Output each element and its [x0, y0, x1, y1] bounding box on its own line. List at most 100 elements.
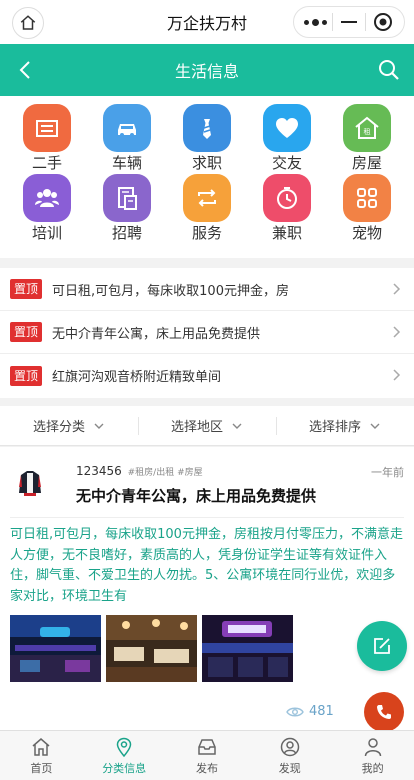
category-label: 招聘 — [111, 224, 142, 242]
view-count-value: 481 — [309, 704, 334, 719]
category-vehicles[interactable]: 车辆 — [87, 104, 167, 172]
second-hand-icon — [23, 104, 71, 152]
category-label: 服务 — [191, 224, 222, 242]
clock-icon — [263, 174, 311, 222]
filter-label: 选择排序 — [308, 420, 361, 435]
chevron-right-icon — [393, 283, 401, 295]
tab-label: 发布 — [195, 761, 218, 775]
category-training[interactable]: 培训 — [7, 174, 87, 242]
category-label: 培训 — [31, 224, 62, 242]
mini-program-title: 万企扶万村 — [166, 14, 247, 33]
filter-region-dropdown[interactable]: 选择地区 — [138, 406, 276, 445]
category-label: 交友 — [271, 154, 302, 172]
people-icon — [23, 174, 71, 222]
post-thumbnail[interactable] — [10, 615, 101, 682]
chevron-right-icon — [393, 369, 401, 381]
pinned-badge: 置顶 — [10, 365, 43, 386]
svg-text:租: 租 — [364, 128, 371, 136]
search-icon[interactable] — [376, 57, 402, 83]
category-grid: 二手 车辆 求职 交友 租 房屋 培训 招聘 服务 兼职 宠物 — [0, 96, 414, 258]
tab-label: 首页 — [30, 761, 53, 775]
avatar[interactable] — [12, 463, 48, 499]
tab-label: 我的 — [361, 761, 384, 775]
user-icon — [364, 737, 381, 756]
category-label: 二手 — [31, 154, 62, 172]
category-part-time[interactable]: 兼职 — [247, 174, 327, 242]
post-body: 可日租,可包月，每床收取100元押金，房租按月付零压力，不满意走人方便，无不良嗜… — [10, 527, 403, 604]
chevron-down-icon — [232, 423, 242, 429]
category-job-seeking[interactable]: 求职 — [167, 104, 247, 172]
car-icon — [103, 104, 151, 152]
filter-category-dropdown[interactable]: 选择分类 — [0, 406, 138, 445]
house-icon: 租 — [343, 104, 391, 152]
back-arrow-icon[interactable] — [14, 58, 38, 82]
post-card[interactable]: 123456 #租房/出租 #房屋 一年前 无中介青年公寓，床上用品免费提供 可… — [0, 447, 414, 730]
post-username: 123456 — [76, 464, 122, 478]
resume-icon — [103, 174, 151, 222]
category-label: 求职 — [191, 154, 222, 172]
bottom-tab-bar: 首页 分类信息 发布 发现 我的 — [0, 730, 414, 780]
tab-classified[interactable]: 分类信息 — [83, 731, 166, 780]
eye-icon — [286, 707, 304, 716]
tab-publish[interactable]: 发布 — [166, 731, 249, 780]
category-label: 兼职 — [271, 224, 302, 242]
home-icon[interactable] — [12, 7, 44, 39]
mini-program-capsule — [293, 6, 405, 38]
phone-icon — [377, 705, 391, 719]
pinned-badge: 置顶 — [10, 279, 43, 299]
tab-discover[interactable]: 发现 — [248, 731, 331, 780]
inbox-icon — [198, 738, 216, 755]
view-count: 481 — [286, 704, 334, 719]
tab-home[interactable]: 首页 — [0, 731, 83, 780]
category-services[interactable]: 服务 — [167, 174, 247, 242]
location-pin-icon — [116, 737, 132, 757]
category-label: 车辆 — [111, 154, 142, 172]
edit-icon — [374, 638, 390, 654]
heart-icon — [263, 104, 311, 152]
page-header: 生活信息 — [0, 44, 414, 96]
post-time: 一年前 — [371, 466, 404, 479]
category-housing[interactable]: 租 房屋 — [327, 104, 407, 172]
home-icon — [32, 737, 50, 756]
category-label: 宠物 — [351, 224, 382, 242]
pinned-item[interactable]: 置顶 红旗河沟观音桥附近精致单间 — [0, 354, 414, 397]
minimize-icon[interactable] — [335, 8, 363, 36]
post-thumbnail[interactable] — [106, 615, 197, 682]
mini-program-bar: 万企扶万村 — [0, 0, 414, 44]
pinned-item[interactable]: 置顶 可日租,可包月，每床收取100元押金，房 — [0, 268, 414, 311]
post-thumbnail[interactable] — [202, 615, 293, 682]
tab-label: 分类信息 — [102, 761, 147, 775]
filter-label: 选择分类 — [32, 420, 85, 435]
category-second-hand[interactable]: 二手 — [7, 104, 87, 172]
pinned-item[interactable]: 置顶 无中介青年公寓，床上用品免费提供 — [0, 311, 414, 354]
filter-label: 选择地区 — [170, 420, 223, 435]
close-circle-icon[interactable] — [369, 8, 397, 36]
more-icon[interactable] — [301, 8, 329, 36]
tab-mine[interactable]: 我的 — [331, 731, 414, 780]
chevron-down-icon — [94, 423, 104, 429]
filter-sort-dropdown[interactable]: 选择排序 — [276, 406, 414, 445]
pinned-item-text: 红旗河沟观音桥附近精致单间 — [52, 370, 222, 385]
post-tags: #租房/出租 #房屋 — [127, 468, 203, 478]
category-dating[interactable]: 交友 — [247, 104, 327, 172]
tab-label: 发现 — [278, 761, 301, 775]
post-author: 123456 #租房/出租 #房屋 — [76, 464, 203, 478]
divider — [10, 517, 404, 518]
pinned-list: 置顶 可日租,可包月，每床收取100元押金，房 置顶 无中介青年公寓，床上用品免… — [0, 268, 414, 398]
category-label: 房屋 — [351, 154, 382, 172]
filter-bar: 选择分类 选择地区 选择排序 — [0, 406, 414, 446]
grid-icon — [343, 174, 391, 222]
publish-edit-button[interactable] — [357, 621, 407, 671]
post-images — [10, 615, 293, 682]
category-pets[interactable]: 宠物 — [327, 174, 407, 242]
tie-icon — [183, 104, 231, 152]
swap-icon — [183, 174, 231, 222]
chevron-right-icon — [393, 326, 401, 338]
pinned-badge: 置顶 — [10, 322, 43, 342]
chevron-down-icon — [370, 423, 380, 429]
pinned-item-text: 无中介青年公寓，床上用品免费提供 — [52, 326, 261, 342]
call-button[interactable] — [364, 692, 404, 732]
category-recruitment[interactable]: 招聘 — [87, 174, 167, 242]
pinned-item-text: 可日租,可包月，每床收取100元押金，房 — [52, 283, 289, 299]
post-title[interactable]: 无中介青年公寓，床上用品免费提供 — [76, 485, 316, 506]
